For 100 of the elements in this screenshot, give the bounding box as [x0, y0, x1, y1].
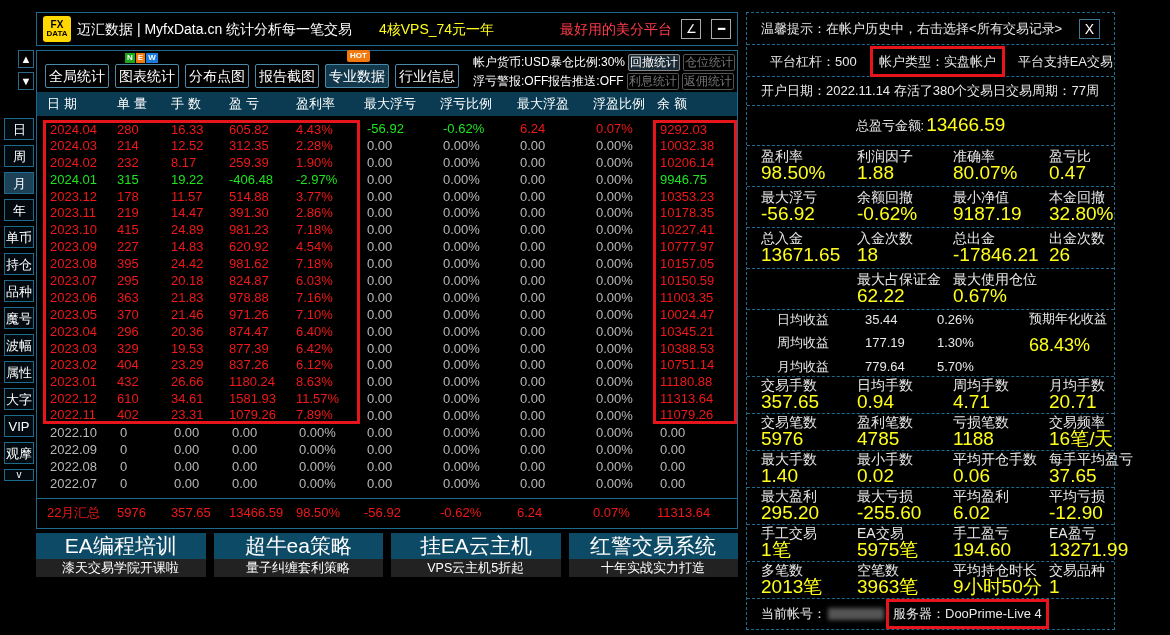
- table-cell: 10345.21: [660, 324, 715, 338]
- stat-value: 13271.99: [1049, 540, 1129, 560]
- table-cell: 0.00%: [443, 476, 480, 490]
- table-cell: 0.00: [367, 409, 393, 423]
- average-text: 35.44: [865, 310, 899, 329]
- column-header: 最大浮盈: [517, 95, 570, 114]
- table-cell: 295: [117, 273, 139, 287]
- average-text: 0.26%: [937, 310, 975, 329]
- scroll-button[interactable]: ▲: [18, 50, 34, 68]
- stat-value: 18: [857, 245, 880, 265]
- table-cell: 0.00: [367, 223, 393, 237]
- side-tab[interactable]: 持仓: [4, 253, 34, 275]
- stat-value: 4785: [857, 429, 900, 449]
- table-cell: 0.00%: [596, 307, 633, 321]
- side-tab[interactable]: 属性: [4, 361, 34, 383]
- table-cell: 2024.04: [50, 123, 97, 137]
- table-cell: 1.90%: [296, 155, 333, 169]
- table-cell: 0.00: [520, 442, 546, 456]
- toolbar-button[interactable]: 行业信息: [395, 64, 459, 88]
- table-cell: 21.83: [171, 290, 204, 304]
- close-button[interactable]: X: [1079, 18, 1100, 39]
- table-cell: 12.52: [171, 138, 204, 152]
- side-tab[interactable]: VIP: [4, 415, 34, 437]
- side-tab[interactable]: 观摩: [4, 442, 34, 464]
- stat-value: 1.40: [761, 466, 798, 486]
- window-button[interactable]: ━: [711, 19, 731, 39]
- table-cell: 0.00: [660, 425, 686, 439]
- status-text: 帐户货币:USD暴仓比例:30%: [472, 54, 625, 71]
- stat-value: 5976: [761, 429, 804, 449]
- toolbar-button[interactable]: 专业数据: [325, 64, 389, 88]
- toolbar-button[interactable]: 全局统计: [45, 64, 109, 88]
- side-tab[interactable]: 大字: [4, 388, 34, 410]
- side-tab[interactable]: v: [4, 469, 34, 481]
- stat-label: 交易品种: [1049, 563, 1106, 577]
- table-cell: 0: [120, 442, 128, 456]
- table-cell: 0.00%: [596, 257, 633, 271]
- table-cell: 24.89: [171, 223, 204, 237]
- stat-label: 最大盈利: [761, 489, 818, 503]
- table-cell: 0.00: [660, 476, 686, 490]
- table-cell: 4.43%: [296, 123, 333, 137]
- table-cell: 2023.01: [50, 375, 97, 389]
- stat-value: 6.02: [953, 503, 990, 523]
- table-cell: 2023.04: [50, 324, 97, 338]
- scroll-button[interactable]: ▼: [18, 72, 34, 90]
- logo: FX DATA: [43, 16, 71, 42]
- toolbar-button[interactable]: 报告截图: [255, 64, 319, 88]
- side-tab[interactable]: 魔号: [4, 307, 34, 329]
- table-cell: 10150.59: [660, 273, 715, 287]
- table-cell: 620.92: [229, 240, 269, 254]
- table-cell: 178: [117, 189, 139, 203]
- table-cell: 14.83: [171, 240, 204, 254]
- table-cell: 2022.09: [50, 442, 97, 456]
- table-cell: 0.00%: [596, 358, 633, 372]
- stat-value: 32.80%: [1049, 204, 1114, 224]
- table-cell: 2023.06: [50, 290, 97, 304]
- stat-label: 空笔数: [857, 563, 900, 577]
- table-cell: 10751.14: [660, 358, 715, 372]
- table-cell: 8.63%: [296, 375, 333, 389]
- table-cell: 0.00%: [299, 476, 336, 490]
- average-text: 779.64: [865, 357, 906, 376]
- table-cell: 219: [117, 206, 139, 220]
- table-cell: 0.00: [367, 476, 393, 490]
- side-tab[interactable]: 年: [4, 199, 34, 221]
- window-button[interactable]: ∠: [681, 19, 701, 39]
- stat-label: 平均亏损: [1049, 489, 1106, 503]
- hot-badge: HOT: [347, 49, 370, 62]
- stat-value: 98.50%: [761, 163, 827, 183]
- table-cell: 610: [117, 392, 139, 406]
- table-cell: 0.00: [520, 425, 546, 439]
- table-cell: 34.61: [171, 392, 204, 406]
- side-tab[interactable]: 品种: [4, 280, 34, 302]
- table-cell: 0.00%: [596, 409, 633, 423]
- toolbar-button[interactable]: 分布点图: [185, 64, 249, 88]
- table-cell: 0.00%: [596, 341, 633, 355]
- table-cell: 0.00%: [443, 392, 480, 406]
- table-cell: 315: [117, 172, 139, 186]
- stat-value: 9小时50分: [953, 577, 1043, 597]
- stat-value: 37.65: [1049, 466, 1097, 486]
- stat-button[interactable]: 回撤统计: [628, 53, 680, 71]
- table-cell: 0.00%: [596, 476, 633, 490]
- stat-label: 最大亏损: [857, 489, 914, 503]
- table-cell: 0.00%: [443, 138, 480, 152]
- side-tab[interactable]: 周: [4, 145, 34, 167]
- new-badge-letter: N: [125, 52, 135, 63]
- side-tab[interactable]: 波幅: [4, 334, 34, 356]
- stat-label: 利润因子: [857, 149, 914, 163]
- stat-value: 1188: [953, 429, 994, 449]
- stat-label: 盈利率: [761, 149, 804, 163]
- new-badge-letter: E: [135, 52, 146, 63]
- side-tab[interactable]: 月: [4, 172, 34, 194]
- table-cell: 391.30: [229, 206, 269, 220]
- table-cell: 0.00%: [596, 240, 633, 254]
- stat-value: 2013笔: [761, 577, 824, 597]
- side-tab[interactable]: 单币: [4, 226, 34, 248]
- table-cell: 0.00%: [443, 223, 480, 237]
- table-cell: 0.00: [367, 425, 393, 439]
- table-cell: 19.53: [171, 341, 204, 355]
- table-cell: 404: [117, 358, 139, 372]
- toolbar-button[interactable]: 图表统计: [115, 64, 179, 88]
- side-tab[interactable]: 日: [4, 118, 34, 140]
